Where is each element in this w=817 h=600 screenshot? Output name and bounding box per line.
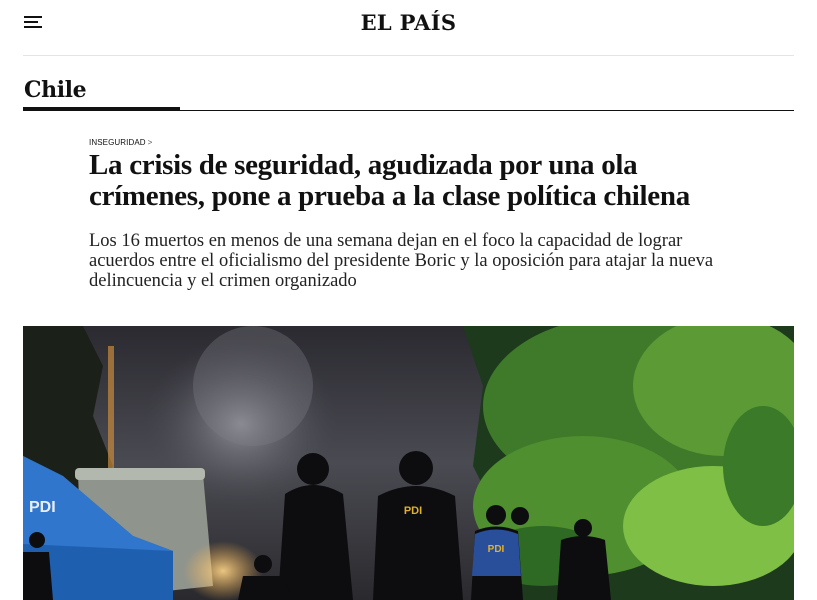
- article-headline: La crisis de seguridad, agudizada por un…: [89, 150, 769, 212]
- subtitle-line-1: Los 16 muertos en menos de una semana de…: [89, 231, 683, 251]
- vest-label-2: PDI: [488, 544, 505, 555]
- article-kicker[interactable]: Inseguridad >: [89, 138, 152, 147]
- lead-photo-illustration: PDI PDI PDI: [23, 326, 794, 600]
- tent-label: PDI: [29, 499, 56, 516]
- site-logo[interactable]: EL PAÍS: [0, 10, 817, 35]
- headline-line-1: La crisis de seguridad, agudizada por un…: [89, 149, 638, 181]
- subtitle-line-2: acuerdos entre el oficialismo del presid…: [89, 251, 714, 271]
- section-rule: [23, 110, 794, 111]
- vest-label-1: PDI: [404, 505, 422, 517]
- subtitle-line-3: delincuencia y el crimen organizado: [89, 271, 357, 291]
- article-subtitle: Los 16 muertos en menos de una semana de…: [89, 231, 749, 291]
- top-bar: EL PAÍS: [0, 0, 817, 56]
- kicker-separator: >: [147, 138, 153, 147]
- section-title-link[interactable]: Chile: [24, 77, 87, 103]
- headline-line-2: crímenes, pone a prueba a la clase polít…: [89, 180, 690, 212]
- kicker-label[interactable]: Inseguridad: [89, 138, 146, 147]
- lead-photo[interactable]: PDI PDI PDI: [23, 326, 794, 600]
- section-header: Chile: [23, 77, 794, 112]
- header-divider: [23, 55, 794, 56]
